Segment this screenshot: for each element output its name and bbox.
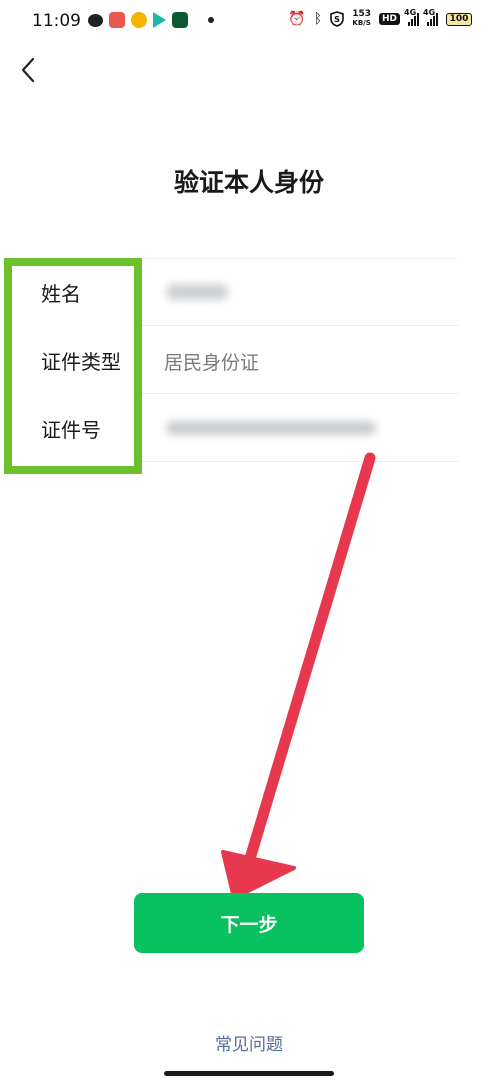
name-label: 姓名 xyxy=(41,282,81,306)
battery-level: 100 xyxy=(449,14,469,24)
next-step-button[interactable]: 下一步 xyxy=(134,893,364,953)
id-type-row: 证件类型 居民身份证 xyxy=(0,326,498,394)
net-speed-value: 153 xyxy=(352,9,371,19)
system-icons: ⏰ ᛒ S 153 KB/S HD 4G 4G 100 xyxy=(288,8,472,28)
weibo-icon xyxy=(131,12,147,28)
svg-text:S: S xyxy=(334,15,340,24)
status-bar: 11:09 ⏰ ᛒ S 153 KB/S HD 4G 4G 100 xyxy=(0,0,498,44)
id-number-row: 证件号 xyxy=(0,394,498,462)
shield-s-icon: S xyxy=(330,11,344,27)
notification-icons xyxy=(88,12,214,28)
faq-link[interactable]: 常见问题 xyxy=(0,1030,498,1055)
status-time: 11:09 xyxy=(32,11,81,31)
wechat-icon xyxy=(88,13,103,27)
page-title: 验证本人身份 xyxy=(173,168,324,197)
signal1-label: 4G xyxy=(404,8,417,17)
chevron-left-icon xyxy=(21,57,35,83)
battery-icon: 100 xyxy=(446,12,472,26)
alarm-icon: ⏰ xyxy=(288,11,306,27)
video-icon xyxy=(153,12,166,28)
net-speed: 153 KB/S xyxy=(352,10,371,28)
divider xyxy=(136,461,458,462)
bluetooth-icon: ᛒ xyxy=(313,11,323,27)
id-number-label: 证件号 xyxy=(41,418,101,442)
home-indicator[interactable] xyxy=(164,1071,334,1076)
hd-badge: HD xyxy=(378,13,400,25)
oppo-icon xyxy=(172,12,188,28)
signal2-icon: 4G xyxy=(423,8,438,26)
net-speed-unit: KB/S xyxy=(352,19,371,27)
douyin-icon xyxy=(109,12,125,28)
signal1-icon: 4G xyxy=(404,8,419,26)
id-type-value: 居民身份证 xyxy=(164,352,260,374)
more-notifications-icon xyxy=(208,17,214,23)
signal2-label: 4G xyxy=(423,8,436,17)
back-button[interactable] xyxy=(10,52,46,88)
id-type-label: 证件类型 xyxy=(41,350,121,374)
id-number-value-blurred xyxy=(166,421,376,435)
name-value-blurred xyxy=(166,284,228,300)
name-row: 姓名 xyxy=(0,258,498,326)
